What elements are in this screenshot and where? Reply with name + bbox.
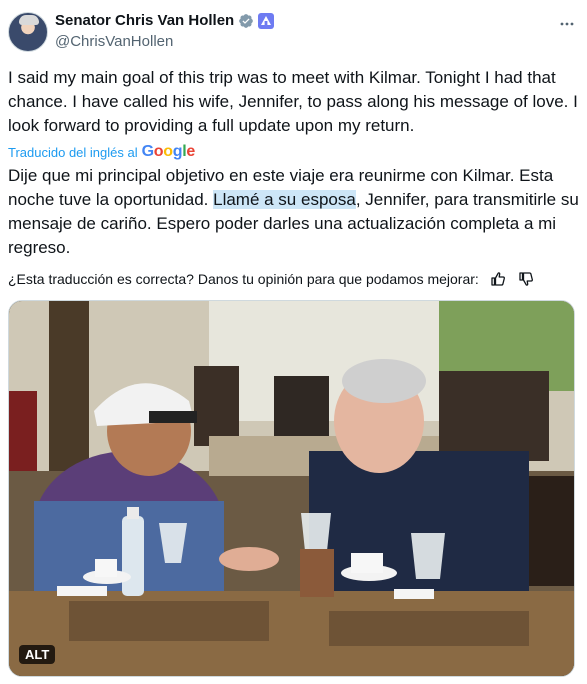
verified-badge-icon[interactable] xyxy=(238,13,254,29)
translation-feedback: ¿Esta traducción es correcta? Danos tu o… xyxy=(8,270,535,288)
author-name[interactable]: Senator Chris Van Hollen xyxy=(55,12,234,29)
translated-by: Traducido del inglés al Google xyxy=(8,143,195,161)
tweet-header: Senator Chris Van Hollen @ChrisVanHollen xyxy=(8,8,579,56)
capitol-icon xyxy=(261,15,272,25)
translated-label[interactable]: Traducido del inglés al xyxy=(8,145,138,160)
translated-text: Dije que mi principal objetivo en este v… xyxy=(8,164,579,260)
highlighted-text: Llamé a su esposa xyxy=(213,190,356,209)
profile-avatar[interactable] xyxy=(8,12,48,52)
government-affiliate-badge-icon[interactable] xyxy=(258,12,275,29)
more-options-icon[interactable] xyxy=(557,14,577,34)
more-dots-icon xyxy=(560,22,574,26)
thumbs-down-glyph-icon xyxy=(519,272,533,286)
thumbs-up-icon[interactable] xyxy=(489,270,507,288)
tweet-photo[interactable]: ALT xyxy=(8,300,575,677)
feedback-question: ¿Esta traducción es correcta? Danos tu o… xyxy=(8,271,479,287)
thumbs-down-icon[interactable] xyxy=(517,270,535,288)
author-name-line: Senator Chris Van Hollen xyxy=(55,12,275,29)
author-handle[interactable]: @ChrisVanHollen xyxy=(55,33,173,50)
alt-text-badge[interactable]: ALT xyxy=(19,645,56,664)
thumbs-up-glyph-icon xyxy=(491,272,505,286)
photo-scene xyxy=(9,301,574,676)
tweet-text: I said my main goal of this trip was to … xyxy=(8,68,578,135)
google-logo: Google xyxy=(141,143,196,160)
